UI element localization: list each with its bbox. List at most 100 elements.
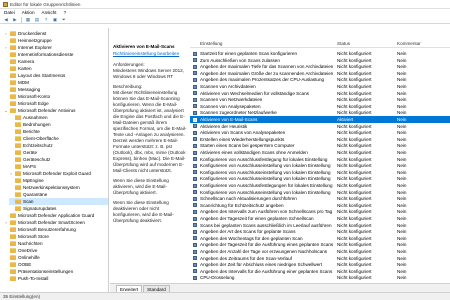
tab-erweitert[interactable]: Erweitert (116, 285, 143, 292)
expand-chevron-icon[interactable]: › (4, 45, 8, 50)
folder-icon (15, 115, 21, 120)
column-header-comment[interactable]: Kommentar (397, 41, 421, 46)
setting-comment: Nein (397, 169, 407, 175)
setting-status: Nicht konfiguriert (337, 51, 372, 56)
tree-item[interactable]: Präsentationseinstellungen (4, 268, 108, 275)
tree-item[interactable]: Microsoft-Konto (4, 93, 108, 100)
view-icon[interactable]: ▣ (52, 17, 58, 23)
tree-item[interactable]: Internetinformationsdienste (4, 51, 108, 58)
tree-item[interactable]: MAPS (9, 163, 108, 170)
setting-name: Angeben der maximalen Größe der zu scann… (200, 70, 334, 76)
setting-status: Nicht konfiguriert (337, 183, 372, 188)
tree-item-label: MDM (18, 80, 29, 85)
menu-help[interactable]: ? (64, 10, 67, 15)
tree-item[interactable]: Microsoft Benutzererfahrung (4, 226, 108, 233)
folder-icon (10, 38, 16, 43)
tree-item[interactable]: Heimnetzgruppe (4, 37, 108, 44)
policy-setting-icon (193, 150, 197, 155)
setting-status: Nicht konfiguriert (337, 136, 372, 142)
table-row[interactable]: CPU-Drosselung Nicht konfiguriert Nein (190, 274, 450, 281)
tree-item[interactable]: › Internet Explorer (4, 44, 108, 51)
tree-item[interactable]: Layout des Startmenüs (4, 72, 108, 79)
help-icon[interactable]: ? (43, 17, 49, 23)
forward-arrow-icon[interactable]: ▶ (12, 17, 18, 23)
setting-name: Konfigurieren von Ausschlusseinstellung … (200, 163, 331, 169)
column-header-status[interactable]: Status (337, 41, 350, 46)
menu-datei[interactable]: Datei (4, 10, 15, 15)
tab-standard[interactable]: Standard (143, 285, 170, 292)
tree-item-label: OOBE (18, 262, 32, 267)
tree-item-label: Client-Oberfläche (23, 136, 59, 141)
expand-chevron-icon[interactable]: › (4, 31, 8, 36)
setting-comment: Nein (397, 242, 407, 248)
tree-item[interactable]: Push-To-Install (4, 275, 108, 282)
tree-item[interactable]: › Druckerdienst (4, 30, 108, 37)
tree-item[interactable]: › Microsoft Defender Exploit Guard (9, 170, 108, 177)
folder-icon (10, 108, 16, 113)
tree-item[interactable]: Client-Oberfläche (9, 135, 108, 142)
tree-item-label: Microsoft-Konto (18, 94, 51, 99)
tree-item[interactable]: MDM (4, 79, 108, 86)
tree-item[interactable]: ⌄ Microsoft Defender Antivirus (4, 107, 108, 114)
setting-name: Angeben der Anzahl der Tage vor erzwunge… (200, 249, 328, 254)
tree-item[interactable]: Netzwerkinspektionssystem (9, 184, 108, 191)
tree-item-label: Kamera (18, 59, 35, 64)
expand-chevron-icon[interactable]: › (9, 171, 13, 176)
tree-item[interactable]: Geräteschutz (9, 156, 108, 163)
tree-item[interactable]: Ausnahmen (9, 114, 108, 121)
folder-icon (10, 234, 16, 239)
back-arrow-icon[interactable]: ◀ (3, 17, 9, 23)
folder-icon (15, 199, 21, 204)
tree-item[interactable]: › Microsoft Defender SmartScreen (4, 219, 108, 226)
settings-list[interactable]: Einstellung Status Kommentar Startzeit f… (190, 40, 450, 283)
navigation-tree[interactable]: › Druckerdienst Heimnetzgruppe › Internet Ex… (0, 28, 109, 292)
policy-setting-icon (193, 236, 197, 241)
setting-status: Nicht konfiguriert (337, 143, 372, 149)
tree-item[interactable]: Karten (4, 65, 108, 72)
show-hide-tree-icon[interactable]: ▦ (25, 17, 31, 23)
tree-item[interactable]: Kamera (4, 58, 108, 65)
policy-setting-icon (193, 71, 197, 76)
setting-name: Konfigurieren von Ausschlusseinstellung … (200, 169, 331, 175)
tree-item[interactable]: Messaging (4, 86, 108, 93)
setting-name: Scannen von Netzwerkdateien (200, 97, 263, 103)
column-header-name[interactable]: Einstellung (200, 41, 222, 46)
tree-item[interactable]: Echtzeitschutz (9, 142, 108, 149)
tree-item[interactable]: OneDrive (4, 247, 108, 254)
setting-name: Scannen zugeordneter Netzlaufwerke (200, 110, 277, 116)
setting-name: Konfigurieren von Ausschlusseinstellung … (200, 189, 331, 195)
tree-item[interactable]: MpEngine (9, 177, 108, 184)
tree-item[interactable]: Quarantäne (9, 191, 108, 198)
policy-setting-icon (193, 229, 197, 234)
tree-item[interactable]: Berichte (9, 128, 108, 135)
tree-item[interactable]: Microsoft Store (4, 233, 108, 240)
tree-item-label: Microsoft Edge (18, 101, 49, 106)
menu-ansicht[interactable]: Ansicht (42, 10, 57, 15)
folder-icon (10, 94, 16, 99)
tree-item[interactable]: Signaturupdates (9, 205, 108, 212)
edit-policy-link[interactable]: Richtlinieneinstellung bearbeiten (113, 51, 187, 56)
properties-icon[interactable]: ▤ (34, 17, 40, 23)
menu-bar: Datei Aktion Ansicht ? (0, 9, 450, 16)
policy-setting-icon (193, 216, 197, 221)
folder-icon (10, 269, 16, 274)
setting-status: Nicht konfiguriert (337, 110, 372, 116)
tree-item[interactable]: Bedrohungen (9, 121, 108, 128)
filter-icon[interactable]: ⏷ (61, 17, 67, 23)
setting-status: Nicht konfiguriert (337, 229, 372, 235)
setting-name: Angeben der maximalen Tiefe für das Scan… (200, 64, 334, 70)
tree-item[interactable]: Microsoft Defender Application Guard (4, 212, 108, 219)
tree-item[interactable]: Geräte (9, 149, 108, 156)
setting-name: Zum Ausschließen von Scans zulassen (200, 57, 280, 63)
tree-item[interactable]: Microsoft Edge (4, 100, 108, 107)
expand-chevron-icon[interactable]: ⌄ (4, 108, 8, 113)
menu-aktion[interactable]: Aktion (22, 10, 35, 15)
tree-item-label: Ausnahmen (23, 115, 48, 120)
setting-name: Aktivieren eines vollständigen Scans ohn… (200, 150, 308, 155)
tree-item[interactable]: Scan (9, 198, 108, 205)
tree-item[interactable]: OOBE (4, 261, 108, 268)
tree-item[interactable]: Onlinehilfe (4, 254, 108, 261)
expand-chevron-icon[interactable]: › (4, 220, 8, 225)
policy-setting-icon (193, 183, 197, 188)
tree-item[interactable]: Nachrichten (4, 240, 108, 247)
